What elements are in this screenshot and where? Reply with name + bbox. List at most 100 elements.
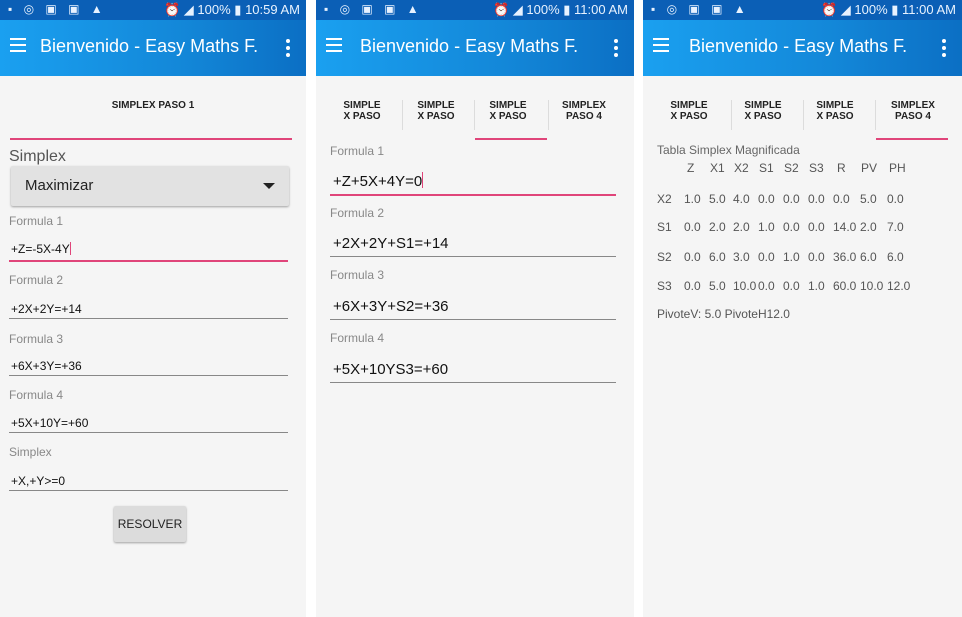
formula-2-input[interactable]: +2X+2Y=+14 (11, 302, 82, 316)
table-cell: 0.0 (808, 250, 825, 264)
table-cell: 6.0 (709, 250, 726, 264)
table-cell: 0.0 (808, 192, 825, 206)
battery-icon: ▮ (234, 2, 242, 17)
tab-bar: SIMPLE X PASO SIMPLE X PASO SIMPLE X PASO S… (643, 96, 962, 142)
notification-icons: ▪ ◎ ▣ ▣ ▲ (8, 2, 107, 16)
formula-4-label: Formula 4 (330, 331, 385, 345)
spinner-value: Maximizar (25, 177, 94, 194)
column-header: Z (687, 161, 695, 175)
tab-paso-4[interactable]: SIMPLEX PASO 4 (883, 100, 943, 122)
table-cell: 12.0 (887, 279, 911, 293)
tab-paso-4[interactable]: SIMPLEX PASO 4 (554, 100, 614, 122)
hamburger-menu-icon[interactable] (10, 38, 26, 52)
row-name: S2 (657, 250, 672, 264)
formula-3-underline (9, 375, 288, 376)
screen-paso-3: ▪ ◎ ▣ ▣ ▲ ⏰ ◢ 100% ▮ 11:00 AM Bienvenido… (316, 0, 634, 617)
tab-paso-1[interactable]: SIMPLE X PASO (663, 100, 715, 122)
overflow-menu-icon[interactable] (942, 39, 946, 60)
column-header: S1 (759, 161, 774, 175)
formula-1-input[interactable]: +Z+5X+4Y=0 (333, 172, 424, 190)
status-bar: ▪ ◎ ▣ ▣ ▲ ⏰ ◢ 100% ▮ 11:00 AM (643, 0, 962, 20)
alarm-icon: ⏰ (492, 2, 510, 17)
formula-4-label: Formula 4 (9, 388, 64, 402)
formula-2-label: Formula 2 (330, 206, 385, 220)
text-cursor (69, 242, 71, 255)
row-name: X2 (657, 192, 672, 206)
signal-icon: ◢ (840, 2, 851, 17)
tab-paso-3[interactable]: SIMPLE X PASO (482, 100, 534, 122)
clock: 11:00 AM (574, 2, 628, 17)
table-cell: 2.0 (709, 220, 726, 234)
app-title: Bienvenido - Easy Maths F. (360, 36, 579, 56)
formula-1-underline (330, 194, 616, 196)
app-toolbar: Bienvenido - Easy Maths F. (0, 20, 306, 76)
formula-3-input[interactable]: +6X+3Y=+36 (11, 359, 82, 373)
column-header: X2 (734, 161, 749, 175)
formula-1-label: Formula 1 (330, 144, 385, 158)
signal-icon: ◢ (183, 2, 194, 17)
table-cell: 10.0 (860, 279, 884, 293)
table-cell: 1.0 (684, 192, 701, 206)
tab-paso-1[interactable]: SIMPLE X PASO (336, 100, 388, 122)
text-cursor (422, 172, 424, 188)
pivot-summary: PivoteV: 5.0 PivoteH12.0 (657, 307, 790, 321)
formula-3-label: Formula 3 (330, 268, 385, 282)
table-cell: 0.0 (808, 220, 825, 234)
formula-4-underline (9, 432, 288, 433)
battery-percent: 100% (854, 2, 888, 17)
table-cell: 1.0 (808, 279, 825, 293)
formula-2-input[interactable]: +2X+2Y+S1=+14 (333, 235, 449, 252)
table-cell: 6.0 (860, 250, 877, 264)
table-cell: 5.0 (709, 192, 726, 206)
table-cell: 2.0 (733, 220, 750, 234)
battery-icon: ▮ (563, 2, 571, 17)
tab-paso-3[interactable]: SIMPLE X PASO (809, 100, 861, 122)
objective-spinner[interactable]: Maximizar (11, 166, 289, 206)
hamburger-menu-icon[interactable] (653, 38, 669, 52)
table-cell: 4.0 (733, 192, 750, 206)
screen-paso-4: ▪ ◎ ▣ ▣ ▲ ⏰ ◢ 100% ▮ 11:00 AM Bienvenido… (643, 0, 962, 617)
overflow-menu-icon[interactable] (614, 39, 618, 60)
table-cell: 10.0 (733, 279, 757, 293)
table-cell: 7.0 (887, 220, 904, 234)
column-header: X1 (710, 161, 725, 175)
overflow-menu-icon[interactable] (286, 39, 290, 60)
signal-icon: ◢ (512, 2, 523, 17)
tab-simplex-paso-1[interactable]: SIMPLEX PASO 1 (0, 100, 306, 111)
table-cell: 0.0 (783, 279, 800, 293)
column-header: PH (889, 161, 906, 175)
tab-indicator (10, 138, 292, 140)
table-cell: 5.0 (709, 279, 726, 293)
clock: 10:59 AM (245, 2, 300, 17)
formula-3-underline (330, 319, 616, 320)
constraint-input[interactable]: +X,+Y>=0 (11, 474, 65, 488)
formula-3-label: Formula 3 (9, 332, 64, 346)
tab-paso-2[interactable]: SIMPLE X PASO (737, 100, 789, 122)
tab-paso-2[interactable]: SIMPLE X PASO (410, 100, 462, 122)
alarm-icon: ⏰ (820, 2, 838, 17)
table-cell: 3.0 (733, 250, 750, 264)
dropdown-caret-icon (263, 183, 275, 189)
app-toolbar: Bienvenido - Easy Maths F. (316, 20, 634, 76)
resolver-button[interactable]: RESOLVER (114, 506, 186, 542)
formula-1-input[interactable]: +Z=-5X-4Y (11, 242, 71, 256)
tab-divider (731, 100, 732, 130)
table-cell: 0.0 (684, 250, 701, 264)
battery-icon: ▮ (891, 2, 899, 17)
formula-1-underline (9, 260, 288, 262)
status-bar: ▪ ◎ ▣ ▣ ▲ ⏰ ◢ 100% ▮ 10:59 AM (0, 0, 306, 20)
table-cell: 1.0 (783, 250, 800, 264)
column-header: PV (861, 161, 878, 175)
table-cell: 2.0 (860, 220, 877, 234)
formula-3-input[interactable]: +6X+3Y+S2=+36 (333, 298, 449, 315)
hamburger-menu-icon[interactable] (326, 38, 342, 52)
notification-icons: ▪ ◎ ▣ ▣ ▲ (324, 2, 423, 16)
table-cell: 0.0 (887, 192, 904, 206)
constraint-label: Simplex (9, 445, 52, 459)
formula-4-input[interactable]: +5X+10Y=+60 (11, 416, 88, 430)
formula-4-input[interactable]: +5X+10YS3=+60 (333, 361, 448, 378)
tab-divider (474, 100, 475, 130)
screen-paso-1: ▪ ◎ ▣ ▣ ▲ ⏰ ◢ 100% ▮ 10:59 AM Bienvenido… (0, 0, 306, 617)
table-cell: 0.0 (833, 192, 850, 206)
table-cell: 5.0 (860, 192, 877, 206)
